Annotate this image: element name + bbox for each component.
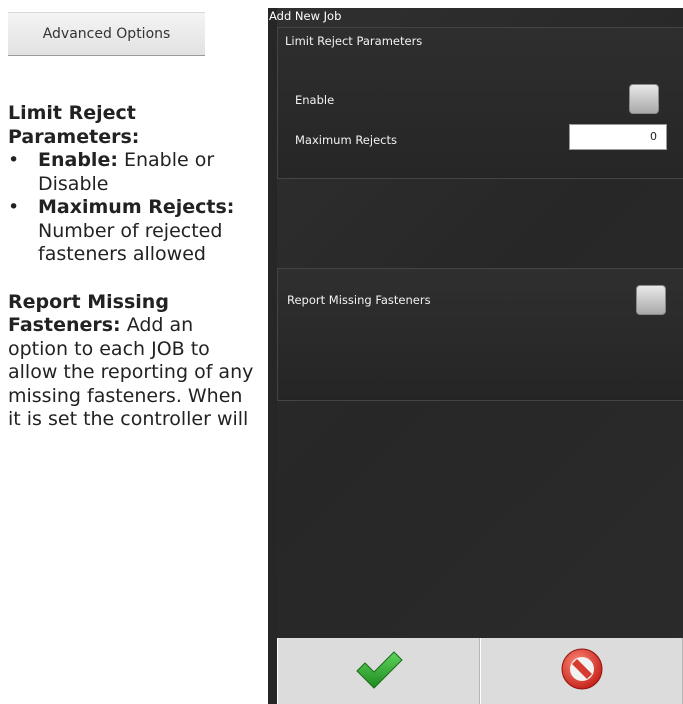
list-item: • Enable: Enable or Disable [8,149,258,196]
cancel-button[interactable] [480,638,683,704]
max-rejects-desc: Number of rejected fasteners allowed [38,219,223,266]
limit-reject-heading: Limit Reject Parameters: [8,102,140,148]
bottom-button-bar [277,638,683,704]
report-missing-paragraph: Report Missing Fasteners: Add an option … [8,291,258,432]
max-rejects-term: Maximum Rejects: [38,196,235,218]
screen-left-edge [268,8,277,704]
bullet: • [8,149,20,171]
maximum-rejects-label: Maximum Rejects [295,133,397,147]
maximum-rejects-input[interactable]: 0 [569,124,667,150]
report-missing-panel: Report Missing Fasteners [277,268,683,401]
bullet: • [8,196,20,218]
screen-title: Add New Job [269,9,342,23]
list-item: • Maximum Rejects: Number of rejected fas… [8,196,258,267]
add-new-job-screen: Add New Job Limit Reject Parameters Enab… [268,8,683,704]
limit-reject-panel: Limit Reject Parameters Enable Maximum R… [277,27,683,179]
advanced-options-button[interactable]: Advanced Options [8,12,205,56]
documentation-text: Limit Reject Parameters: • Enable: Enable… [8,102,258,432]
red-prohibited-icon [559,646,605,696]
ok-button[interactable] [277,638,480,704]
enable-label: Enable [295,93,335,107]
enable-checkbox[interactable] [629,84,659,114]
report-missing-label: Report Missing Fasteners [287,293,431,307]
green-checkmark-icon [353,649,405,693]
enable-term: Enable: [38,149,118,171]
report-missing-checkbox[interactable] [636,285,666,315]
limit-reject-list: • Enable: Enable or Disable • Maximum Reje… [8,149,258,267]
limit-reject-legend: Limit Reject Parameters [285,34,423,48]
